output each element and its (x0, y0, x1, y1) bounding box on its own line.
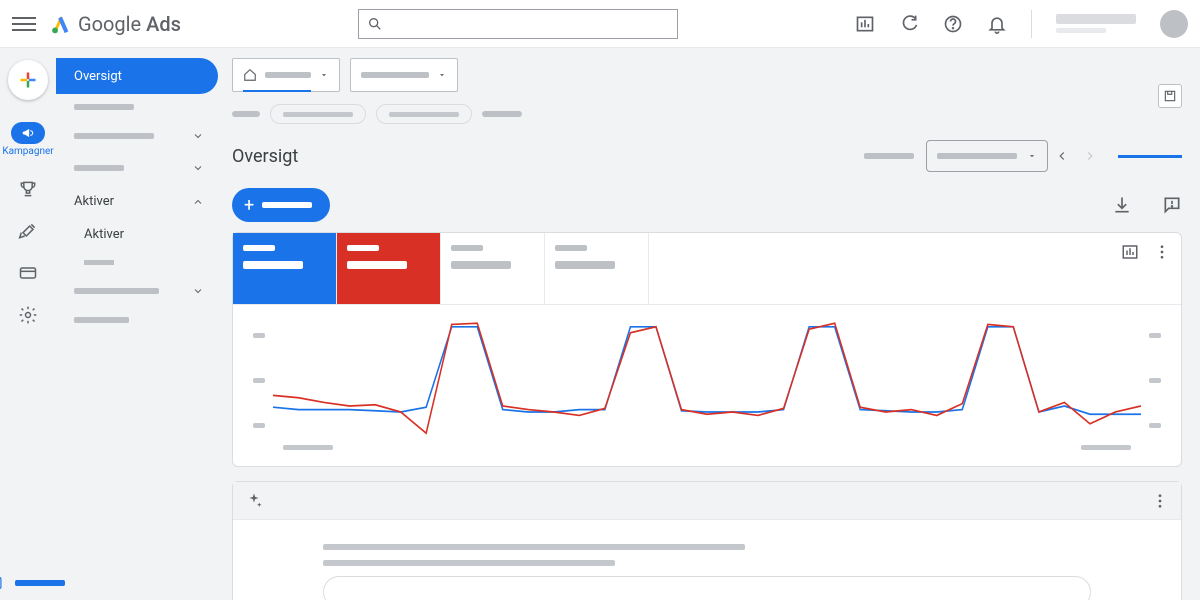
add-filter[interactable] (482, 111, 522, 117)
sparkle-icon (245, 492, 263, 510)
main-content: Oversigt + (218, 48, 1200, 600)
save-icon (1163, 89, 1177, 103)
nav-rail: Kampagner (0, 48, 56, 600)
brand-text: Google Ads (78, 12, 181, 36)
logo[interactable]: Google Ads (50, 12, 181, 36)
help-icon[interactable] (943, 14, 963, 34)
device-icon (0, 576, 5, 590)
sidenav-item[interactable] (56, 94, 218, 120)
home-icon (243, 68, 257, 82)
settings-icon[interactable] (18, 305, 38, 325)
metric-tile-2[interactable] (337, 233, 441, 304)
megaphone-icon (21, 126, 35, 140)
search-icon (367, 16, 383, 32)
search-input[interactable] (391, 16, 669, 31)
performance-card (232, 232, 1182, 467)
sidenav-item[interactable] (56, 120, 218, 152)
save-view-button[interactable] (1158, 84, 1182, 108)
plus-multicolor-icon (18, 70, 38, 90)
more-vert-icon[interactable] (1153, 243, 1171, 261)
divider (1031, 10, 1032, 38)
search-box[interactable] (358, 9, 678, 39)
page-header: Oversigt (218, 140, 1200, 182)
x-axis-end (1081, 445, 1131, 450)
filter-chips (218, 96, 1200, 140)
recommendations-card (232, 481, 1182, 600)
feedback-icon[interactable] (1162, 195, 1182, 215)
caret-down-icon (319, 70, 329, 80)
metric-tile-4[interactable] (545, 233, 649, 304)
date-range-dropdown[interactable] (926, 140, 1048, 172)
sidenav-assets-item[interactable]: Aktiver (56, 219, 218, 250)
caret-down-icon (437, 70, 447, 80)
chevron-down-icon (192, 285, 204, 297)
sidenav-overview[interactable]: Oversigt (56, 58, 218, 94)
metric-tiles (233, 233, 1181, 305)
plus-icon: + (244, 195, 254, 216)
x-axis-start (283, 445, 333, 450)
filter-chip[interactable] (270, 104, 366, 124)
tools-icon[interactable] (18, 221, 38, 241)
side-nav: Oversigt Aktiver Aktiver (56, 48, 218, 600)
sidenav-item[interactable] (56, 275, 218, 307)
account-switcher[interactable] (1056, 14, 1136, 33)
download-icon[interactable] (1112, 195, 1132, 215)
rail-footer-link[interactable] (0, 576, 65, 590)
menu-icon[interactable] (12, 12, 36, 36)
notifications-icon[interactable] (987, 14, 1007, 34)
trophy-icon[interactable] (18, 179, 38, 199)
date-prev-button[interactable] (1048, 142, 1076, 170)
sidenav-assets-group[interactable]: Aktiver (56, 184, 218, 219)
create-button[interactable] (8, 60, 48, 100)
date-next-button[interactable] (1076, 142, 1104, 170)
page-title: Oversigt (232, 146, 298, 167)
filter-label (232, 111, 260, 117)
app-header: Google Ads (0, 0, 1200, 48)
recommendation-input[interactable] (323, 576, 1091, 600)
line-chart-svg (273, 315, 1141, 445)
chevron-down-icon (192, 130, 204, 142)
nav-campaigns-label: Kampagner (2, 146, 53, 157)
google-ads-logo-icon (50, 13, 72, 35)
chevron-left-icon (1055, 149, 1069, 163)
chevron-down-icon (192, 162, 204, 174)
chevron-up-icon (192, 196, 204, 208)
nav-campaigns[interactable]: Kampagner (2, 122, 53, 157)
filter-chip[interactable] (376, 104, 472, 124)
refresh-icon[interactable] (899, 14, 919, 34)
campaign-scope-dropdown[interactable] (350, 58, 458, 92)
accent-bar (1118, 155, 1182, 158)
metric-tile-1[interactable] (233, 233, 337, 304)
billing-icon[interactable] (18, 263, 38, 283)
chart (233, 305, 1181, 466)
caret-down-icon (1027, 151, 1037, 161)
expand-chart-icon[interactable] (1121, 243, 1139, 261)
chevron-right-icon (1083, 149, 1097, 163)
new-campaign-button[interactable]: + (232, 188, 330, 222)
sidenav-item[interactable] (56, 152, 218, 184)
account-scope-dropdown[interactable] (232, 58, 340, 92)
sidenav-sub-item[interactable] (84, 260, 114, 265)
sidenav-item[interactable] (56, 307, 218, 333)
reports-icon[interactable] (855, 14, 875, 34)
metric-tile-3[interactable] (441, 233, 545, 304)
more-vert-icon[interactable] (1151, 492, 1169, 510)
avatar[interactable] (1160, 10, 1188, 38)
date-label (864, 153, 914, 159)
